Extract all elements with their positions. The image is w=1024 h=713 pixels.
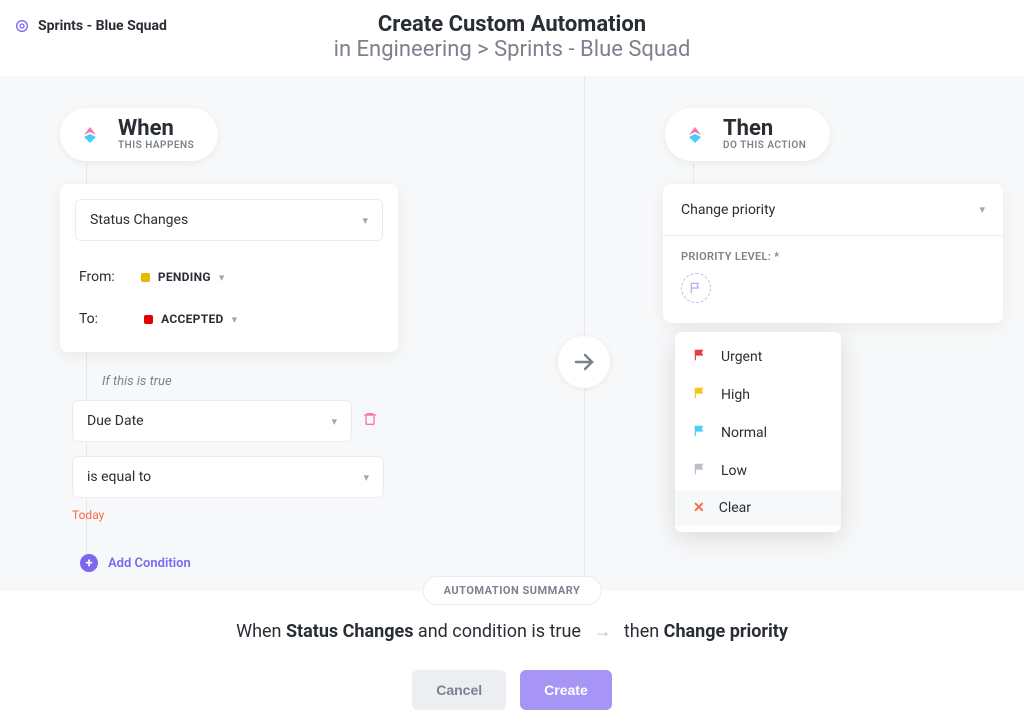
from-status: PENDING [158, 270, 211, 284]
to-status-row[interactable]: To: ACCEPTED ▾ [75, 307, 383, 331]
priority-option-high[interactable]: High [675, 376, 841, 414]
priority-option-label: Normal [721, 425, 767, 441]
summary-mid: and condition is true [413, 621, 581, 642]
priority-option-clear[interactable]: ✕ Clear [675, 490, 841, 526]
priority-level-label: PRIORITY LEVEL: * [681, 250, 985, 263]
condition-operator-value: is equal to [87, 469, 151, 485]
then-subtitle: DO THIS ACTION [723, 140, 806, 151]
priority-menu: Urgent High Normal Low ✕ Clear [675, 332, 841, 532]
cancel-button[interactable]: Cancel [412, 670, 506, 710]
from-status-row[interactable]: From: PENDING ▾ [75, 265, 383, 289]
to-label: To: [79, 311, 98, 327]
arrow-icon: → [593, 621, 611, 642]
when-subtitle: THIS HAPPENS [118, 140, 194, 151]
chevron-down-icon: ▾ [979, 203, 985, 216]
page-subtitle: in Engineering > Sprints - Blue Squad [0, 37, 1024, 62]
brand-icon [679, 119, 711, 151]
then-card: Change priority ▾ PRIORITY LEVEL: * [663, 184, 1003, 323]
priority-option-normal[interactable]: Normal [675, 414, 841, 452]
chevron-down-icon: ▾ [363, 471, 369, 484]
priority-flag-button[interactable] [681, 273, 711, 303]
when-title: When [118, 118, 194, 140]
then-pill: Then DO THIS ACTION [665, 108, 830, 161]
chevron-down-icon: ▾ [331, 415, 337, 428]
builder-canvas: When THIS HAPPENS Status Changes ▾ From:… [0, 76, 1024, 591]
flag-icon [693, 348, 707, 366]
condition-field-value: Due Date [87, 413, 144, 429]
create-button[interactable]: Create [520, 670, 612, 710]
priority-option-label: Low [721, 463, 747, 479]
status-color-pending [141, 273, 150, 282]
summary-line: When Status Changes and condition is tru… [0, 621, 1024, 642]
flag-icon [693, 386, 707, 404]
vertical-divider [584, 76, 585, 591]
priority-option-label: High [721, 387, 750, 403]
flag-icon [693, 424, 707, 442]
brand-icon [74, 119, 106, 151]
summary-trigger: Status Changes [286, 621, 414, 642]
to-status: ACCEPTED [161, 312, 224, 326]
action-select[interactable]: Change priority ▾ [663, 184, 1003, 236]
chevron-down-icon: ▾ [219, 271, 225, 284]
condition-card: Due Date ▾ is equal to ▾ Today [72, 400, 384, 522]
summary-then-pre: then [624, 621, 664, 642]
then-title: Then [723, 118, 806, 140]
condition-operator-select[interactable]: is equal to ▾ [72, 456, 384, 498]
close-icon: ✕ [693, 500, 705, 516]
summary-action: Change priority [664, 621, 788, 642]
if-this-is-true: If this is true [102, 374, 172, 389]
trash-icon[interactable] [362, 411, 378, 431]
location-text: Sprints - Blue Squad [38, 18, 167, 34]
summary-chip: AUTOMATION SUMMARY [423, 576, 602, 605]
summary-when-pre: When [236, 621, 286, 642]
trigger-value: Status Changes [90, 212, 188, 228]
flag-icon [693, 462, 707, 480]
add-condition-label: Add Condition [108, 556, 191, 571]
arrow-icon [558, 336, 610, 388]
add-condition-button[interactable]: + Add Condition [80, 554, 191, 572]
condition-field-select[interactable]: Due Date ▾ [72, 400, 352, 442]
trigger-select[interactable]: Status Changes ▾ [75, 199, 383, 241]
when-card: Status Changes ▾ From: PENDING ▾ To: ACC… [60, 184, 398, 352]
from-label: From: [79, 269, 115, 285]
priority-option-low[interactable]: Low [675, 452, 841, 490]
chevron-down-icon: ▾ [362, 214, 368, 227]
location-icon [14, 18, 30, 34]
action-value: Change priority [681, 202, 775, 218]
condition-value[interactable]: Today [72, 508, 384, 522]
status-color-accepted [144, 315, 153, 324]
chevron-down-icon: ▾ [232, 313, 238, 326]
priority-option-urgent[interactable]: Urgent [675, 338, 841, 376]
when-pill: When THIS HAPPENS [60, 108, 218, 161]
plus-icon: + [80, 554, 98, 572]
priority-option-label: Urgent [721, 349, 762, 365]
priority-option-label: Clear [719, 500, 751, 516]
